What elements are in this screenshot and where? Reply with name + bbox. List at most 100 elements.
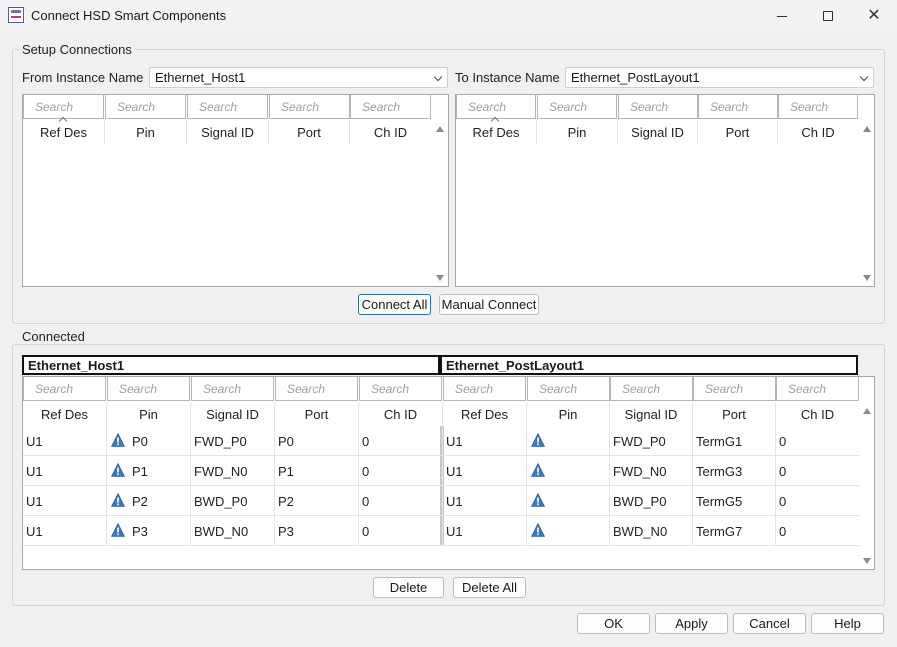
scroll-up-icon[interactable] [863,408,871,414]
apply-button[interactable]: Apply [655,613,728,634]
help-button[interactable]: Help [811,613,884,634]
column-header-ref-des[interactable]: Ref Des [23,402,107,426]
left-cell-ref[interactable]: U1 [23,426,107,456]
scroll-up-icon[interactable] [436,126,444,132]
search-ch-id[interactable]: Search [778,95,858,119]
vertical-scrollbar[interactable] [860,402,874,569]
column-header-signal-id-right[interactable]: Signal ID [610,402,693,426]
left-cell-ch[interactable]: 0 [359,516,443,546]
search-ch-id[interactable]: Search [359,377,442,401]
left-cell-signal[interactable]: BWD_P0 [191,486,275,516]
scroll-down-icon[interactable] [863,558,871,564]
column-header-pin[interactable]: Pin [105,120,187,144]
search-pin[interactable]: Search [107,377,190,401]
column-header-signal-id[interactable]: Signal ID [191,402,275,426]
right-cell-port[interactable]: TermG5 [693,486,776,516]
column-header-ref-des[interactable]: Ref Des [456,116,537,144]
right-cell-ch[interactable]: 0 [776,456,859,486]
column-header-port[interactable]: Port [269,120,350,144]
left-cell-pin[interactable]: P0 [107,426,191,456]
right-cell-ch[interactable]: 0 [776,516,859,546]
column-header-ch-id[interactable]: Ch ID [350,120,431,144]
column-header-port[interactable]: Port [698,120,778,144]
search-pin[interactable]: Search [105,95,186,119]
from-instance-combo[interactable]: Ethernet_Host1 [149,67,448,88]
right-cell-ch[interactable]: 0 [776,486,859,516]
search-signal-id[interactable]: Search [191,377,274,401]
right-cell-signal[interactable]: BWD_N0 [610,516,693,546]
search-port[interactable]: Search [698,95,778,119]
vertical-scrollbar[interactable] [860,120,874,286]
column-header-pin[interactable]: Pin [107,402,191,426]
search-ref-des[interactable]: Search [23,95,104,119]
right-cell-ch[interactable]: 0 [776,426,859,456]
search-pin[interactable]: Search [537,95,617,119]
close-button[interactable]: ✕ [851,0,897,32]
right-cell-ref[interactable]: U1 [443,456,527,486]
manual-connect-button[interactable]: Manual Connect [439,294,539,315]
search-ref-des-right[interactable]: Search [443,377,526,401]
delete-button[interactable]: Delete [373,577,444,598]
column-header-pin-right[interactable]: Pin [527,402,610,426]
right-cell-port[interactable]: TermG7 [693,516,776,546]
right-cell-pin[interactable] [527,426,610,456]
left-cell-signal[interactable]: BWD_N0 [191,516,275,546]
right-cell-pin[interactable] [527,486,610,516]
right-cell-pin[interactable] [527,516,610,546]
column-header-signal-id[interactable]: Signal ID [187,120,269,144]
minimize-button[interactable] [759,0,805,32]
column-header-ch-id[interactable]: Ch ID [359,402,443,426]
left-cell-pin[interactable]: P1 [107,456,191,486]
search-pin-right[interactable]: Search [527,377,610,401]
left-cell-ref[interactable]: U1 [23,516,107,546]
column-header-signal-id[interactable]: Signal ID [618,120,698,144]
scroll-up-icon[interactable] [863,126,871,132]
to-instance-combo[interactable]: Ethernet_PostLayout1 [565,67,874,88]
delete-all-button[interactable]: Delete All [453,577,526,598]
column-header-ref-des[interactable]: Ref Des [23,116,105,144]
maximize-button[interactable] [805,0,851,32]
right-cell-port[interactable]: TermG3 [693,456,776,486]
right-cell-signal[interactable]: FWD_N0 [610,456,693,486]
right-cell-ref[interactable]: U1 [443,516,527,546]
cancel-button[interactable]: Cancel [733,613,806,634]
right-cell-signal[interactable]: BWD_P0 [610,486,693,516]
left-cell-ref[interactable]: U1 [23,456,107,486]
column-header-ref-des-right[interactable]: Ref Des [443,402,527,426]
left-cell-ref[interactable]: U1 [23,486,107,516]
search-ch-id[interactable]: Search [350,95,431,119]
connect-all-button[interactable]: Connect All [358,294,431,315]
search-ref-des[interactable]: Search [23,377,106,401]
right-cell-pin[interactable] [527,456,610,486]
search-port-right[interactable]: Search [693,377,776,401]
left-cell-port[interactable]: P3 [275,516,359,546]
right-cell-ref[interactable]: U1 [443,426,527,456]
left-cell-signal[interactable]: FWD_N0 [191,456,275,486]
search-ch-id-right[interactable]: Search [776,377,859,401]
right-cell-port[interactable]: TermG1 [693,426,776,456]
search-ref-des[interactable]: Search [456,95,536,119]
left-cell-pin[interactable]: P2 [107,486,191,516]
column-header-port[interactable]: Port [275,402,359,426]
left-cell-ch[interactable]: 0 [359,456,443,486]
search-signal-id[interactable]: Search [187,95,268,119]
left-cell-pin[interactable]: P3 [107,516,191,546]
search-signal-id[interactable]: Search [618,95,698,119]
scroll-down-icon[interactable] [863,275,871,281]
left-cell-ch[interactable]: 0 [359,426,443,456]
left-cell-signal[interactable]: FWD_P0 [191,426,275,456]
left-cell-ch[interactable]: 0 [359,486,443,516]
column-header-pin[interactable]: Pin [537,120,618,144]
left-cell-port[interactable]: P2 [275,486,359,516]
search-port[interactable]: Search [269,95,350,119]
right-cell-signal[interactable]: FWD_P0 [610,426,693,456]
column-header-ch-id[interactable]: Ch ID [778,120,858,144]
search-signal-id-right[interactable]: Search [610,377,693,401]
left-cell-port[interactable]: P0 [275,426,359,456]
column-header-ch-id-right[interactable]: Ch ID [776,402,859,426]
column-header-port-right[interactable]: Port [693,402,776,426]
vertical-scrollbar[interactable] [433,120,447,286]
search-port[interactable]: Search [275,377,358,401]
scroll-down-icon[interactable] [436,275,444,281]
right-cell-ref[interactable]: U1 [443,486,527,516]
